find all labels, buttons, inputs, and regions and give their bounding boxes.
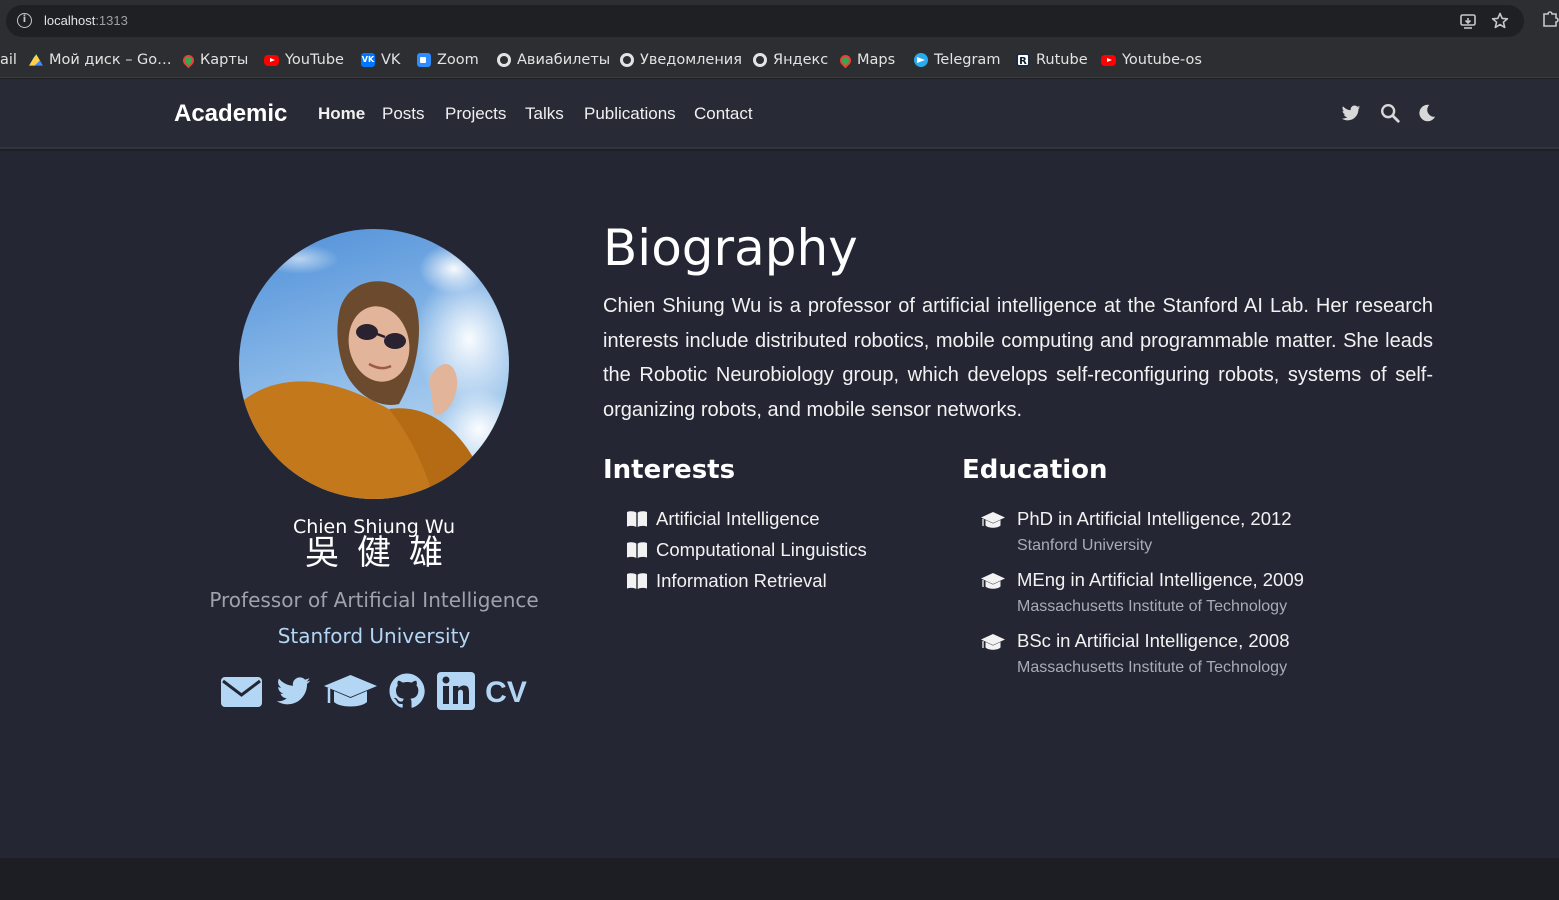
bookmark-label: Яндекс <box>773 52 829 68</box>
bookmark-rutube[interactable]: R Rutube <box>1016 49 1088 71</box>
cv-icon[interactable]: CV <box>484 671 528 711</box>
profile-avatar <box>239 229 509 499</box>
bookmark-youtube-os[interactable]: Youtube-os <box>1101 49 1202 71</box>
nav-link-publications[interactable]: Publications <box>584 102 676 126</box>
nav-link-posts[interactable]: Posts <box>382 102 425 126</box>
bookmark-label: VK <box>381 52 401 68</box>
nav-link-contact[interactable]: Contact <box>694 102 753 126</box>
globe-icon <box>497 53 511 67</box>
book-icon <box>627 542 647 558</box>
globe-icon <box>620 53 634 67</box>
nav-link-home[interactable]: Home <box>318 102 365 126</box>
biography-title: Biography <box>603 219 858 277</box>
book-icon <box>627 573 647 589</box>
site-info-icon[interactable]: i <box>17 13 32 28</box>
interests-title: Interests <box>603 455 736 485</box>
email-icon[interactable] <box>220 671 263 711</box>
book-icon <box>627 511 647 527</box>
bookmark-label: Авиабилеты <box>517 52 611 68</box>
profile-organization[interactable]: Stanford University <box>160 623 588 649</box>
bookmark-zoom[interactable]: Zoom <box>417 49 479 71</box>
bookmark-label: Мой диск – Go… <box>49 52 172 68</box>
bookmark-label: ail <box>0 52 17 68</box>
bookmark-label: Карты <box>200 52 249 68</box>
cv-label: CV <box>485 676 527 709</box>
google-drive-icon <box>29 53 43 66</box>
linkedin-icon[interactable] <box>436 671 476 711</box>
nav-link-projects[interactable]: Projects <box>445 102 506 126</box>
twitter-icon[interactable] <box>272 671 315 711</box>
address-bar[interactable]: i localhost:1313 <box>6 5 1524 37</box>
github-icon[interactable] <box>386 671 428 711</box>
bookmarks-bar: ail Мой диск – Go… Карты YouTube VK VK Zo… <box>0 42 1559 78</box>
education-degree: PhD in Artificial Intelligence, 2012 <box>1017 508 1292 529</box>
education-degree: MEng in Artificial Intelligence, 2009 <box>1017 569 1304 590</box>
zoom-icon <box>417 53 431 67</box>
bookmark-label: YouTube <box>285 52 344 68</box>
install-app-icon[interactable] <box>1458 11 1478 31</box>
graduation-cap-icon[interactable] <box>323 671 378 711</box>
bookmark-notifications[interactable]: Уведомления <box>620 49 742 71</box>
bookmark-mail[interactable]: ail <box>0 49 17 71</box>
page-footer <box>0 858 1559 900</box>
bookmark-youtube[interactable]: YouTube <box>264 49 344 71</box>
vk-icon: VK <box>361 53 375 67</box>
graduation-cap-icon <box>981 573 1005 589</box>
bookmark-label: Rutube <box>1036 52 1088 68</box>
youtube-icon <box>264 54 279 66</box>
interest-label: Computational Linguistics <box>656 539 867 560</box>
site-navbar: Academic Home Posts Projects Talks Publi… <box>0 79 1559 149</box>
bookmark-label: Zoom <box>437 52 479 68</box>
bookmark-drive[interactable]: Мой диск – Go… <box>29 49 172 71</box>
interest-item: Artificial Intelligence <box>626 507 820 531</box>
site-brand[interactable]: Academic <box>174 98 287 130</box>
google-maps-icon <box>837 52 854 68</box>
browser-toolbar: i localhost:1313 <box>0 0 1559 42</box>
interest-label: Artificial Intelligence <box>656 508 820 529</box>
youtube-icon <box>1101 54 1116 66</box>
address-url[interactable]: localhost:1313 <box>44 12 128 30</box>
bookmark-maps-ru[interactable]: Карты <box>180 49 249 71</box>
profile-name-cjk: 吳健雄 <box>305 533 461 573</box>
bookmark-maps[interactable]: Maps <box>837 49 896 71</box>
google-maps-icon <box>180 52 197 68</box>
bookmark-label: Уведомления <box>640 52 742 68</box>
biography-text: Chien Shiung Wu is a professor of artifi… <box>603 295 1433 421</box>
education-institution: Stanford University <box>1017 537 1153 554</box>
education-degree: BSc in Artificial Intelligence, 2008 <box>1017 630 1290 651</box>
url-host: localhost <box>44 13 96 28</box>
extensions-icon[interactable] <box>1540 9 1559 29</box>
rutube-icon: R <box>1016 53 1030 67</box>
moon-icon[interactable] <box>1416 101 1438 125</box>
search-icon[interactable] <box>1379 101 1401 125</box>
interest-item: Information Retrieval <box>626 569 827 593</box>
education-institution: Massachusetts Institute of Technology <box>1017 598 1288 615</box>
globe-icon <box>753 53 767 67</box>
bookmark-vk[interactable]: VK VK <box>361 49 400 71</box>
bookmark-star-icon[interactable] <box>1490 11 1510 31</box>
interest-label: Information Retrieval <box>656 570 827 591</box>
main-content: Chien Shiung Wu 吳健雄 Professor of Artific… <box>0 151 1559 858</box>
graduation-cap-icon <box>981 634 1005 650</box>
bookmark-telegram[interactable]: Telegram <box>914 49 1000 71</box>
interest-item: Computational Linguistics <box>626 538 867 562</box>
education-title: Education <box>962 455 1108 485</box>
bookmark-label: Telegram <box>934 52 1001 68</box>
nav-link-talks[interactable]: Talks <box>525 102 564 126</box>
telegram-icon <box>914 53 928 67</box>
profile-role: Professor of Artificial Intelligence <box>209 588 539 612</box>
bookmark-label: Maps <box>857 52 896 68</box>
education-institution: Massachusetts Institute of Technology <box>1017 659 1288 676</box>
bookmark-label: Youtube-os <box>1122 52 1202 68</box>
bookmark-flights[interactable]: Авиабилеты <box>497 49 610 71</box>
graduation-cap-icon <box>981 512 1005 528</box>
bookmark-yandex[interactable]: Яндекс <box>753 49 828 71</box>
twitter-icon[interactable] <box>1340 101 1362 125</box>
url-port: :1313 <box>95 13 128 28</box>
